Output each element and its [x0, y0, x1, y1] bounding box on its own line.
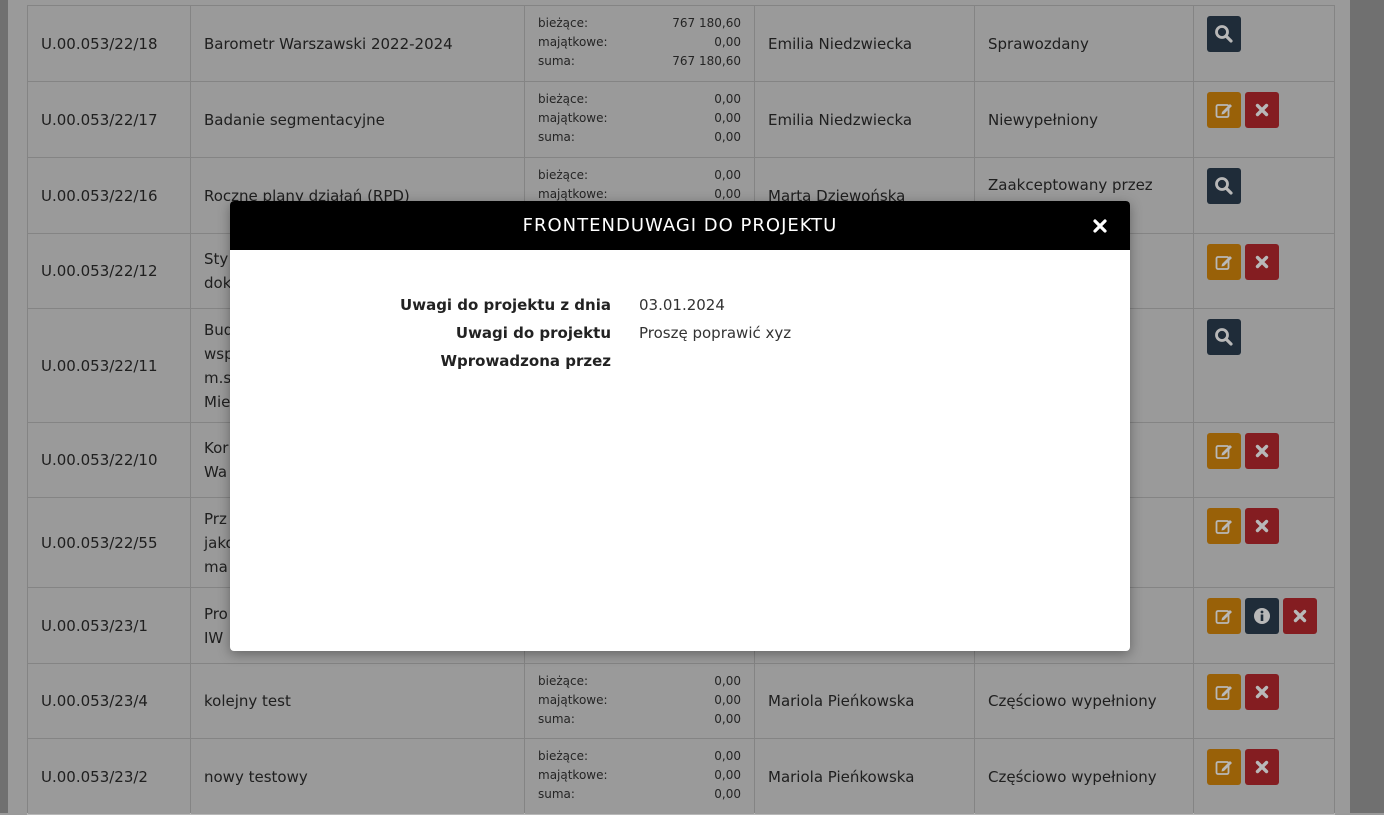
- modal-title: FRONTENDUWAGI DO PROJEKTU: [522, 215, 838, 236]
- remarks-text-value: Proszę poprawić xyz: [639, 324, 792, 342]
- modal-header: FRONTENDUWAGI DO PROJEKTU: [230, 201, 1130, 250]
- remarks-text-row: Uwagi do projektu Proszę poprawić xyz: [230, 319, 1130, 347]
- remarks-text-label: Uwagi do projektu: [455, 324, 611, 342]
- close-icon[interactable]: [1090, 216, 1110, 236]
- remarks-modal: FRONTENDUWAGI DO PROJEKTU Uwagi do proje…: [230, 201, 1130, 651]
- entered-by-label: Wprowadzona przez: [440, 352, 611, 370]
- entered-by-row: Wprowadzona przez: [230, 347, 1130, 375]
- remarks-date-row: Uwagi do projektu z dnia 03.01.2024: [230, 291, 1130, 319]
- remarks-date-value: 03.01.2024: [639, 296, 725, 314]
- modal-body: Uwagi do projektu z dnia 03.01.2024 Uwag…: [230, 250, 1130, 375]
- remarks-date-label: Uwagi do projektu z dnia: [400, 296, 611, 314]
